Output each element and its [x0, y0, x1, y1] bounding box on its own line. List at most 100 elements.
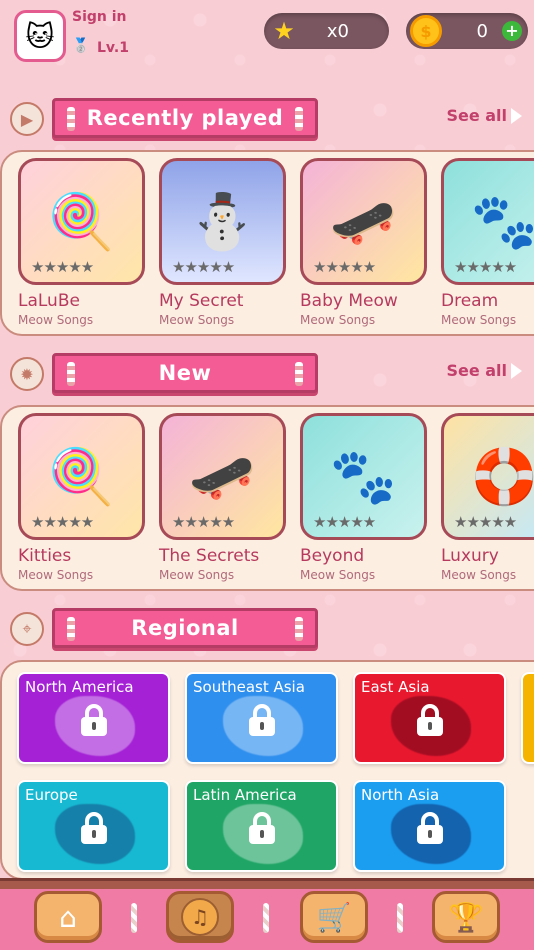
recently-played-shelf[interactable]: 🍭 ★★★★★ LaLuBe Meow Songs ⛄ ★★★★★ My Sec… — [0, 150, 534, 336]
region-tile-partial[interactable] — [521, 672, 534, 764]
rope-divider — [263, 903, 269, 933]
song-thumbnail: 🍭 ★★★★★ — [18, 413, 145, 540]
nav-home-button[interactable]: ⌂ — [34, 891, 102, 943]
nav-shop-button[interactable]: 🛒 — [300, 891, 368, 943]
song-thumbnail: 🐾 ★★★★★ — [300, 413, 427, 540]
region-name: North Asia — [361, 786, 440, 804]
region-name: Latin America — [193, 786, 297, 804]
rating-stars: ★★★★★ — [454, 513, 517, 531]
song-title: The Secrets — [159, 546, 260, 566]
song-card[interactable]: ⛄ ★★★★★ My Secret Meow Songs — [159, 158, 286, 327]
arrow-right-icon — [511, 107, 522, 124]
new-see-all[interactable]: See all — [446, 361, 522, 380]
song-card[interactable]: 🍭 ★★★★★ Kitties Meow Songs — [18, 413, 145, 582]
rope-divider — [131, 903, 137, 933]
add-coins-button[interactable]: + — [502, 21, 522, 41]
badge-icon: ✹ — [10, 357, 44, 391]
rating-stars: ★★★★★ — [31, 258, 94, 276]
sign-in-link[interactable]: Sign in — [72, 9, 127, 25]
cat-lollipop-icon: 🍭 — [47, 444, 116, 508]
rating-stars: ★★★★★ — [172, 513, 235, 531]
song-title: My Secret — [159, 291, 244, 311]
rating-stars: ★★★★★ — [313, 258, 376, 276]
song-card[interactable]: 🛟 ★★★★★ Luxury Meow Songs — [441, 413, 534, 582]
coins-value: 0 — [476, 20, 488, 42]
song-artist: Meow Songs — [441, 313, 517, 327]
region-name: Southeast Asia — [193, 678, 305, 696]
rating-stars: ★★★★★ — [172, 258, 235, 276]
recently-played-see-all[interactable]: See all — [446, 106, 522, 125]
rating-stars: ★★★★★ — [31, 513, 94, 531]
region-tile-southeast-asia[interactable]: Southeast Asia — [185, 672, 338, 764]
cat-lollipop-icon: 🍭 — [47, 189, 116, 253]
stars-counter: ★ x0 — [264, 13, 389, 49]
song-card[interactable]: 🛹 ★★★★★ Baby Meow Meow Songs — [300, 158, 427, 327]
level-label: Lv.1 — [97, 40, 129, 56]
region-name: North America — [25, 678, 134, 696]
music-note-icon: ♫ — [181, 898, 219, 936]
star-icon: ★ — [273, 17, 295, 45]
home-icon: ⌂ — [59, 900, 77, 934]
song-card[interactable]: 🐾 ★★★★★ Dream Meow Songs — [441, 158, 534, 327]
lock-icon — [417, 704, 443, 736]
song-artist: Meow Songs — [159, 313, 235, 327]
recently-played-title: Recently played — [52, 98, 318, 138]
region-tile-east-asia[interactable]: East Asia — [353, 672, 506, 764]
rope-divider — [397, 903, 403, 933]
regional-title: Regional — [52, 608, 318, 648]
cat-float-icon: 🛟 — [470, 444, 534, 508]
trophy-icon: 🏆 — [448, 900, 484, 934]
region-tile-europe[interactable]: Europe — [17, 780, 170, 872]
arrow-right-icon — [511, 362, 522, 379]
region-name: East Asia — [361, 678, 430, 696]
song-artist: Meow Songs — [300, 568, 376, 582]
map-pin-icon: ⌖ — [10, 612, 44, 646]
cat-skateboard-icon: 🛹 — [329, 189, 398, 253]
cat-face-icon: 🐱 — [25, 19, 55, 53]
song-thumbnail: 🐾 ★★★★★ — [441, 158, 534, 285]
song-artist: Meow Songs — [441, 568, 517, 582]
lock-icon — [81, 704, 107, 736]
song-title: Beyond — [300, 546, 365, 566]
coins-counter: $ 0 + — [406, 13, 528, 49]
avatar[interactable]: 🐱 — [14, 10, 66, 62]
bottom-nav: ⌂ ♫ 🛒 🏆 — [0, 878, 534, 950]
song-artist: Meow Songs — [18, 568, 94, 582]
rating-stars: ★★★★★ — [454, 258, 517, 276]
song-title: Dream — [441, 291, 499, 311]
song-thumbnail: 🛹 ★★★★★ — [300, 158, 427, 285]
lock-icon — [417, 812, 443, 844]
coin-icon: $ — [410, 15, 442, 47]
song-thumbnail: 🛹 ★★★★★ — [159, 413, 286, 540]
song-thumbnail: 🍭 ★★★★★ — [18, 158, 145, 285]
region-tile-north-asia[interactable]: North Asia — [353, 780, 506, 872]
song-artist: Meow Songs — [18, 313, 94, 327]
cat-skateboard-icon: 🛹 — [188, 444, 257, 508]
song-title: Baby Meow — [300, 291, 398, 311]
song-artist: Meow Songs — [300, 313, 376, 327]
song-card[interactable]: 🍭 ★★★★★ LaLuBe Meow Songs — [18, 158, 145, 327]
regional-shelf[interactable]: North America Southeast Asia East Asia E… — [0, 660, 534, 880]
lock-icon — [81, 812, 107, 844]
play-icon: ▶ — [10, 102, 44, 136]
new-title: New — [52, 353, 318, 393]
song-title: Luxury — [441, 546, 499, 566]
song-thumbnail: 🛟 ★★★★★ — [441, 413, 534, 540]
shopping-cart-icon: 🛒 — [316, 900, 352, 934]
nav-music-button[interactable]: ♫ — [166, 891, 234, 943]
song-card[interactable]: 🐾 ★★★★★ Beyond Meow Songs — [300, 413, 427, 582]
region-name: Europe — [25, 786, 78, 804]
song-title: Kitties — [18, 546, 72, 566]
see-all-label: See all — [446, 106, 507, 125]
region-tile-latin-america[interactable]: Latin America — [185, 780, 338, 872]
song-artist: Meow Songs — [159, 568, 235, 582]
song-card[interactable]: 🛹 ★★★★★ The Secrets Meow Songs — [159, 413, 286, 582]
new-header: ✹ New See all — [0, 351, 534, 399]
region-tile-north-america[interactable]: North America — [17, 672, 170, 764]
regional-header: ⌖ Regional — [0, 606, 534, 654]
nav-trophy-button[interactable]: 🏆 — [432, 891, 500, 943]
snow-cat-icon: ⛄ — [188, 189, 257, 253]
top-bar: 🐱 Sign in 🥈 Lv.1 ★ x0 $ 0 + — [0, 0, 534, 70]
new-shelf[interactable]: 🍭 ★★★★★ Kitties Meow Songs 🛹 ★★★★★ The S… — [0, 405, 534, 591]
medal-icon: 🥈 — [72, 38, 90, 54]
